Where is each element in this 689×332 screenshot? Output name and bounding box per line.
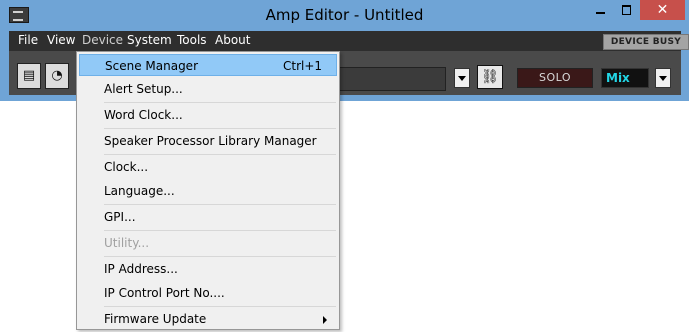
clock-button[interactable]: ◔ <box>45 63 69 89</box>
menu-separator <box>104 230 336 231</box>
menu-file[interactable]: File <box>18 33 38 47</box>
menu-item-label: Firmware Update <box>104 312 207 326</box>
minimize-icon <box>596 12 605 14</box>
scene-select[interactable] <box>339 67 446 91</box>
menu-separator <box>104 154 336 155</box>
menu-item-alert-setup[interactable]: Alert Setup... <box>79 78 337 100</box>
maximize-button[interactable] <box>613 0 639 20</box>
menu-item-label: Clock... <box>104 160 149 174</box>
menu-item-label: Utility... <box>104 236 150 250</box>
mix-select[interactable]: Mix <box>601 68 649 88</box>
menu-item-ip-control-port[interactable]: IP Control Port No.... <box>79 282 337 304</box>
new-document-button[interactable]: ▤ <box>17 63 41 89</box>
menu-device[interactable]: Device <box>82 33 123 47</box>
clock-icon: ◔ <box>51 68 63 83</box>
menu-item-label: IP Address... <box>104 262 178 276</box>
solo-button[interactable]: SOLO <box>517 68 593 88</box>
menu-item-label: IP Control Port No.... <box>104 286 225 300</box>
menu-item-label: Word Clock... <box>104 108 183 122</box>
menu-item-scene-manager[interactable]: Scene Manager Ctrl+1 <box>79 54 337 76</box>
menu-bar: File View Device System Tools About DEVI… <box>9 31 689 51</box>
minimize-button[interactable] <box>587 0 613 20</box>
menu-about[interactable]: About <box>215 33 250 47</box>
document-icon: ▤ <box>22 68 36 83</box>
menu-item-language[interactable]: Language... <box>79 180 337 202</box>
window-title: Amp Editor - Untitled <box>265 6 424 24</box>
menu-item-label: Speaker Processor Library Manager <box>104 134 317 148</box>
menu-item-speaker-processor-library-manager[interactable]: Speaker Processor Library Manager <box>79 130 337 152</box>
menu-item-label: Scene Manager <box>105 59 198 73</box>
device-busy-indicator: DEVICE BUSY <box>603 34 689 50</box>
submenu-arrow-icon <box>323 316 327 324</box>
menu-item-gpi[interactable]: GPI... <box>79 206 337 228</box>
menu-tools[interactable]: Tools <box>177 33 207 47</box>
menu-item-shortcut: Ctrl+1 <box>283 59 323 73</box>
menu-separator <box>104 128 336 129</box>
mix-dropdown-arrow-icon[interactable] <box>655 68 671 88</box>
maximize-icon <box>622 5 631 15</box>
menu-item-word-clock[interactable]: Word Clock... <box>79 104 337 126</box>
menu-separator <box>104 204 336 205</box>
menu-view[interactable]: View <box>47 33 75 47</box>
menu-item-utility: Utility... <box>79 232 337 254</box>
menu-item-ip-address[interactable]: IP Address... <box>79 258 337 280</box>
menu-item-clock[interactable]: Clock... <box>79 156 337 178</box>
menu-item-label: Language... <box>104 184 175 198</box>
link-button[interactable]: ⛓ <box>477 65 503 89</box>
menu-system[interactable]: System <box>127 33 172 47</box>
close-button[interactable]: ✕ <box>640 0 685 20</box>
close-icon: ✕ <box>656 2 669 18</box>
link-icon: ⛓ <box>481 69 499 85</box>
menu-separator <box>104 256 336 257</box>
scene-dropdown-arrow-icon[interactable] <box>454 68 470 88</box>
menu-item-label: Alert Setup... <box>104 82 183 96</box>
menu-separator <box>104 102 336 103</box>
menu-separator <box>104 306 336 307</box>
title-bar[interactable]: Amp Editor - Untitled ✕ <box>0 0 689 31</box>
menu-item-label: GPI... <box>104 210 136 224</box>
menu-item-firmware-update[interactable]: Firmware Update <box>79 308 337 330</box>
device-menu-dropdown: Scene Manager Ctrl+1 Alert Setup... Word… <box>76 51 340 330</box>
